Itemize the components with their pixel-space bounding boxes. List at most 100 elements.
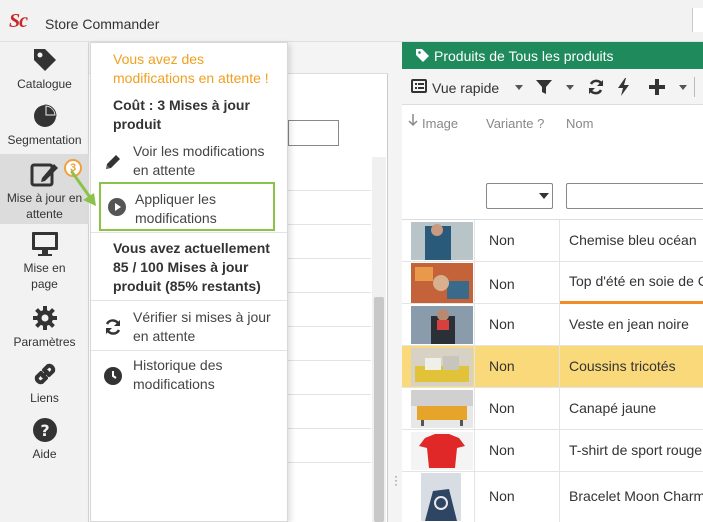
sidebar-item-label: Paramètres bbox=[13, 335, 76, 349]
sidebar-item-help[interactable]: ? Aide bbox=[0, 416, 89, 462]
product-thumbnail bbox=[411, 348, 473, 386]
sort-down-icon[interactable] bbox=[408, 113, 418, 127]
grid-row-line bbox=[288, 292, 371, 293]
scrollbar-thumb[interactable] bbox=[374, 297, 384, 522]
lightning-icon[interactable] bbox=[617, 78, 631, 96]
grid-row-line bbox=[288, 326, 371, 327]
cell-divider bbox=[559, 472, 560, 522]
grid-row-line bbox=[288, 224, 371, 225]
column-header-variant[interactable]: Variante ? bbox=[486, 116, 544, 131]
cell-divider bbox=[474, 304, 475, 345]
refresh-icon[interactable] bbox=[587, 78, 605, 96]
cell-divider bbox=[559, 262, 560, 303]
variant-cell: Non bbox=[489, 276, 515, 292]
variant-filter-select[interactable] bbox=[486, 183, 553, 209]
sidebar-item-links[interactable]: Liens bbox=[0, 360, 89, 406]
view-pending-item[interactable]: Voir les modifications en attente bbox=[91, 142, 287, 182]
sidebar: Catalogue Segmentation Mise à jour en at… bbox=[0, 42, 89, 522]
link-icon bbox=[34, 363, 55, 385]
help-icon: ? bbox=[32, 418, 57, 442]
products-panel-header: Produits de Tous les produits bbox=[402, 42, 703, 69]
table-row[interactable]: Non Canapé jaune bbox=[402, 388, 703, 430]
product-thumbnail bbox=[421, 473, 461, 521]
grid-row-line bbox=[288, 394, 371, 395]
pending-updates-menu: Vous avez des modifications en attente !… bbox=[90, 42, 288, 522]
chevron-down-icon[interactable] bbox=[679, 85, 687, 90]
name-filter-input[interactable] bbox=[566, 183, 703, 209]
tag-icon bbox=[416, 49, 429, 62]
splitter-grip-icon[interactable]: · · · bbox=[394, 470, 398, 490]
sidebar-item-settings[interactable]: Paramètres bbox=[0, 304, 89, 350]
clock-icon bbox=[104, 367, 122, 385]
annotation-arrow bbox=[70, 170, 96, 206]
middle-scrollbar[interactable] bbox=[372, 157, 386, 522]
edit-icon bbox=[30, 163, 58, 187]
menu-item-label: Historique des modifications bbox=[133, 357, 223, 392]
chevron-down-icon[interactable] bbox=[515, 85, 523, 90]
variant-cell: Non bbox=[489, 442, 515, 458]
menu-item-label: Appliquer les modifications bbox=[135, 191, 217, 226]
name-cell: Bracelet Moon Charm bbox=[569, 488, 703, 504]
sidebar-item-label: Liens bbox=[30, 391, 59, 405]
sidebar-item-segmentation[interactable]: Segmentation bbox=[0, 102, 89, 154]
product-thumbnail bbox=[411, 263, 473, 303]
name-cell: Coussins tricotés bbox=[569, 358, 676, 374]
cell-divider bbox=[474, 430, 475, 471]
sidebar-item-layout[interactable]: Mise en page bbox=[0, 230, 89, 294]
title-bar: Sc Store Commander bbox=[0, 0, 703, 42]
sidebar-item-catalogue[interactable]: Catalogue bbox=[0, 46, 89, 98]
variant-cell: Non bbox=[489, 400, 515, 416]
column-header-image[interactable]: Image bbox=[422, 116, 458, 131]
variant-cell: Non bbox=[489, 488, 515, 504]
toolbar-divider bbox=[694, 77, 695, 97]
play-icon bbox=[108, 197, 126, 216]
list-view-icon bbox=[411, 79, 427, 93]
chevron-down-icon[interactable] bbox=[566, 85, 574, 90]
row-edit-indicator bbox=[560, 301, 703, 304]
apply-changes-item[interactable]: Appliquer les modifications bbox=[99, 182, 275, 231]
add-icon[interactable] bbox=[649, 78, 665, 96]
cell-divider bbox=[559, 304, 560, 345]
title-bar-control[interactable] bbox=[692, 8, 703, 32]
grid-row-line bbox=[288, 258, 371, 259]
sidebar-item-label: Mise en page bbox=[23, 261, 66, 291]
variant-cell: Non bbox=[489, 232, 515, 248]
grid-row-line bbox=[288, 428, 371, 429]
menu-item-label: Voir les modifications en attente bbox=[133, 143, 265, 178]
view-selector[interactable]: Vue rapide bbox=[432, 80, 499, 96]
filter-icon[interactable] bbox=[535, 78, 553, 96]
cell-divider bbox=[474, 472, 475, 522]
table-row-selected[interactable]: Non Coussins tricotés bbox=[402, 346, 703, 388]
table-row[interactable]: Non Top d'été en soie de C bbox=[402, 262, 703, 304]
quota-status-text: Vous avez actuellement 85 / 100 Mises à … bbox=[113, 240, 270, 294]
panel-splitter[interactable] bbox=[388, 42, 402, 522]
name-cell: Chemise bleu océan bbox=[569, 232, 697, 248]
table-row[interactable]: Non Chemise bleu océan bbox=[402, 220, 703, 262]
sidebar-item-label: Catalogue bbox=[17, 77, 72, 91]
tag-icon bbox=[33, 49, 56, 71]
table-row[interactable]: Non Bracelet Moon Charm bbox=[402, 472, 703, 522]
table-row[interactable]: Non T-shirt de sport rouge bbox=[402, 430, 703, 472]
menu-divider bbox=[91, 350, 287, 351]
history-item[interactable]: Historique des modifications bbox=[91, 354, 287, 398]
pie-chart-icon bbox=[33, 104, 57, 127]
product-thumbnail bbox=[411, 390, 473, 428]
pencil-icon bbox=[106, 155, 120, 169]
middle-filter-input[interactable] bbox=[288, 120, 339, 146]
grid-row-line bbox=[288, 190, 371, 191]
cell-divider bbox=[474, 388, 475, 429]
cell-divider bbox=[474, 346, 475, 387]
cell-divider bbox=[559, 220, 560, 261]
check-updates-item[interactable]: Vérifier si mises à jour en attente bbox=[91, 305, 287, 349]
column-header-name[interactable]: Nom bbox=[566, 116, 593, 131]
grid-row-line bbox=[288, 462, 371, 463]
name-cell: Top d'été en soie de C bbox=[569, 273, 703, 289]
app-window: Sc Store Commander Catalogue Segmentatio… bbox=[0, 0, 703, 522]
cell-divider bbox=[559, 346, 560, 387]
product-thumbnail bbox=[411, 222, 473, 260]
table-row[interactable]: Non Veste en jean noire bbox=[402, 304, 703, 346]
monitor-icon bbox=[31, 232, 58, 256]
panel-title: Produits de Tous les produits bbox=[434, 48, 614, 64]
grid-row-line bbox=[288, 360, 371, 361]
sidebar-item-label: Segmentation bbox=[7, 133, 82, 147]
